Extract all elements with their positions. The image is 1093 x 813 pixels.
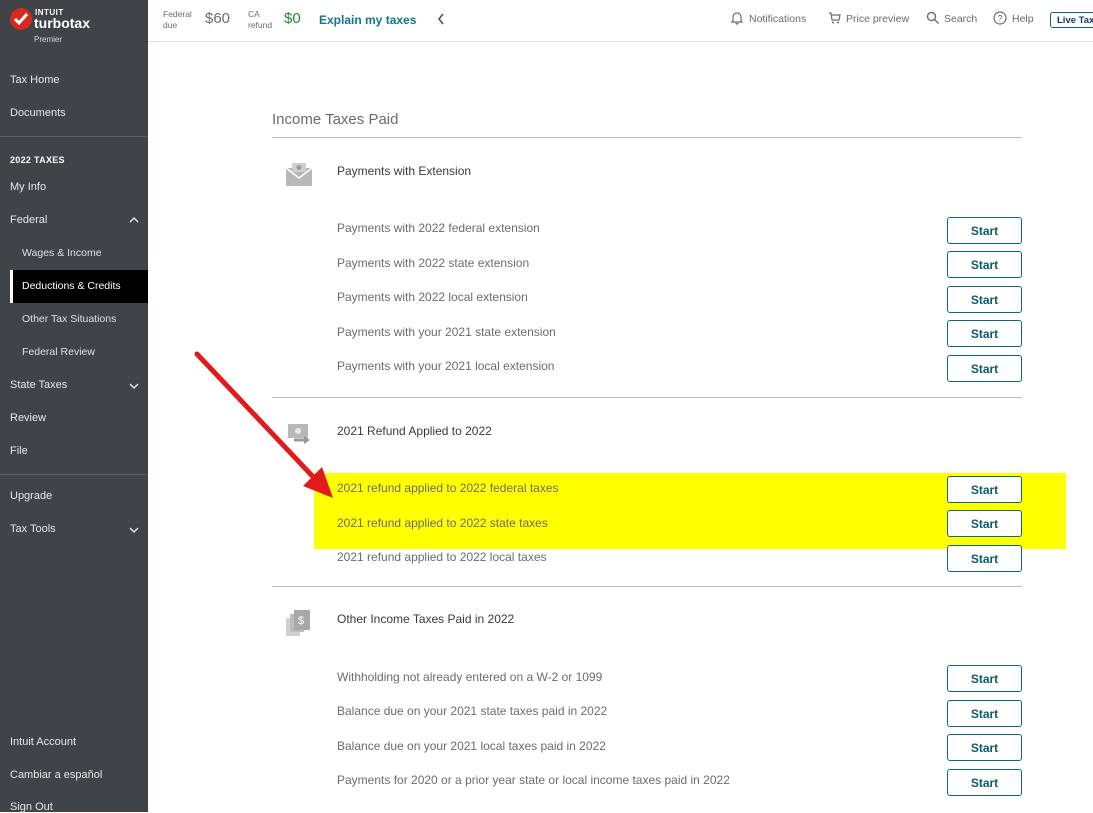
chevron-up-icon[interactable]: [128, 213, 140, 231]
nav-review[interactable]: Review: [10, 412, 46, 424]
envelope-money-icon: [284, 162, 314, 193]
row-label: Payments with 2022 federal extension: [337, 221, 540, 235]
search-link[interactable]: Search: [944, 13, 977, 25]
start-button[interactable]: Start: [947, 510, 1022, 537]
search-icon[interactable]: [926, 11, 940, 30]
price-preview-link[interactable]: Price preview: [846, 13, 909, 25]
row-label: 2021 refund applied to 2022 local taxes: [337, 550, 547, 564]
collapse-chevron-icon[interactable]: [436, 11, 446, 32]
nav-other-tax-situations[interactable]: Other Tax Situations: [22, 313, 116, 325]
row-label: Payments with your 2021 local extension: [337, 359, 555, 373]
help-icon[interactable]: ?: [993, 11, 1007, 30]
svg-text:?: ?: [998, 14, 1003, 24]
svg-text:$: $: [298, 615, 304, 627]
nav-my-info[interactable]: My Info: [10, 181, 46, 193]
main-content: Income Taxes Paid Payments with Extensio…: [148, 42, 1093, 812]
nav-section-heading: 2022 TAXES: [10, 155, 65, 165]
live-tax-button[interactable]: Live Tax: [1050, 12, 1093, 28]
start-button[interactable]: Start: [947, 545, 1022, 572]
chevron-down-icon[interactable]: [128, 523, 140, 541]
federal-due-label-1: Federal: [163, 9, 192, 19]
notifications-link[interactable]: Notifications: [749, 13, 806, 25]
row-label: Payments for 2020 or a prior year state …: [337, 773, 730, 787]
row-label: 2021 refund applied to 2022 federal taxe…: [337, 481, 559, 495]
nav-intuit-account[interactable]: Intuit Account: [10, 736, 76, 748]
start-button[interactable]: Start: [947, 734, 1022, 761]
state-refund-label-2: refund: [248, 20, 273, 30]
section-title-other: Other Income Taxes Paid in 2022: [337, 612, 515, 626]
explain-taxes-link[interactable]: Explain my taxes: [319, 13, 416, 27]
section-title-extension: Payments with Extension: [337, 164, 472, 178]
row-label: Payments with your 2021 state extension: [337, 325, 556, 339]
section-divider: [272, 586, 1022, 587]
start-button[interactable]: Start: [947, 665, 1022, 692]
chevron-down-icon[interactable]: [128, 379, 140, 397]
state-refund-label-1: CA: [248, 9, 260, 19]
row-label: Payments with 2022 state extension: [337, 256, 530, 270]
nav-state-taxes[interactable]: State Taxes: [10, 379, 67, 391]
row-label: 2021 refund applied to 2022 state taxes: [337, 516, 548, 530]
section-divider: [272, 397, 1022, 398]
start-button[interactable]: Start: [947, 286, 1022, 313]
start-button[interactable]: Start: [947, 217, 1022, 244]
sidebar-divider: [0, 474, 148, 475]
start-button[interactable]: Start: [947, 700, 1022, 727]
cart-icon[interactable]: [828, 11, 842, 30]
start-button[interactable]: Start: [947, 769, 1022, 796]
help-link[interactable]: Help: [1012, 13, 1034, 25]
start-button[interactable]: Start: [947, 355, 1022, 382]
row-label: Balance due on your 2021 state taxes pai…: [337, 704, 608, 718]
top-bar: Federal due $60 CA refund $0 Explain my …: [148, 0, 1093, 42]
nav-upgrade[interactable]: Upgrade: [10, 490, 52, 502]
start-button[interactable]: Start: [947, 320, 1022, 347]
federal-due-amount: $60: [205, 10, 231, 27]
nav-deductions-label: Deductions & Credits: [22, 280, 121, 292]
dollar-documents-icon: $: [284, 608, 314, 643]
bell-icon[interactable]: [730, 11, 744, 30]
state-refund-amount: $0: [284, 10, 301, 27]
federal-due-label-2: due: [163, 20, 178, 30]
nav-deductions-credits[interactable]: Deductions & Credits: [10, 270, 148, 303]
nav-sign-out[interactable]: Sign Out: [10, 801, 53, 813]
row-label: Balance due on your 2021 local taxes pai…: [337, 739, 606, 753]
sidebar: INTUIT turbotax Premier Tax Home Documen…: [0, 0, 148, 813]
row-label: Payments with 2022 local extension: [337, 290, 528, 304]
title-divider: [272, 137, 1022, 138]
nav-wages-income[interactable]: Wages & Income: [22, 247, 102, 259]
page-title: Income Taxes Paid: [272, 111, 399, 128]
nav-file[interactable]: File: [10, 445, 28, 457]
nav-language[interactable]: Cambiar a español: [10, 769, 102, 781]
nav-tax-tools[interactable]: Tax Tools: [10, 523, 56, 535]
nav-federal-review[interactable]: Federal Review: [22, 346, 95, 358]
row-label: Withholding not already entered on a W-2…: [337, 670, 603, 684]
checkmark-icon: [10, 8, 32, 30]
section-title-refund: 2021 Refund Applied to 2022: [337, 424, 492, 438]
nav-documents[interactable]: Documents: [10, 107, 66, 119]
start-button[interactable]: Start: [947, 251, 1022, 278]
sidebar-divider: [0, 136, 148, 137]
start-button[interactable]: Start: [947, 476, 1022, 503]
refund-icon: [284, 420, 314, 451]
nav-tax-home[interactable]: Tax Home: [10, 74, 60, 86]
turbotax-wordmark: turbotax: [34, 15, 90, 31]
product-tier: Premier: [34, 35, 63, 44]
nav-federal[interactable]: Federal: [10, 214, 47, 226]
